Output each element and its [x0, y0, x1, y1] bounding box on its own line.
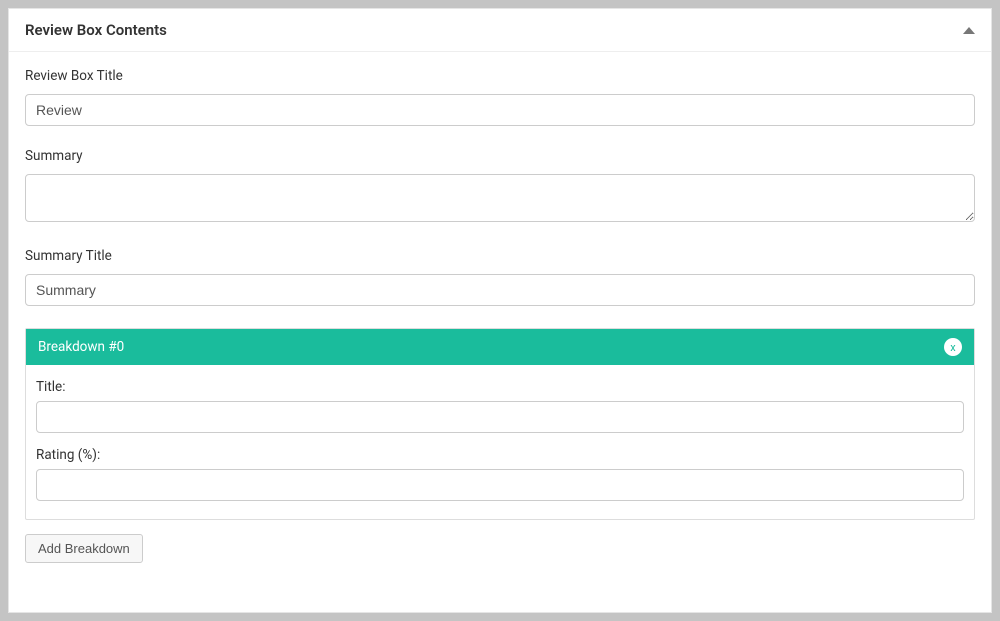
breakdown-panel: Breakdown #0 x Title: Rating (%):: [25, 328, 975, 520]
breakdown-title-group: Title:: [36, 379, 964, 433]
panel-title: Review Box Contents: [25, 21, 167, 39]
panel-body: Review Box Title Summary Summary Title B…: [9, 52, 991, 579]
review-box-title-input[interactable]: [25, 94, 975, 126]
summary-group: Summary: [25, 148, 975, 226]
summary-title-input[interactable]: [25, 274, 975, 306]
summary-title-label: Summary Title: [25, 248, 975, 264]
review-box-panel: Review Box Contents Review Box Title Sum…: [8, 8, 992, 613]
panel-header: Review Box Contents: [9, 9, 991, 52]
summary-label: Summary: [25, 148, 975, 164]
add-breakdown-button[interactable]: Add Breakdown: [25, 534, 143, 563]
review-box-title-group: Review Box Title: [25, 68, 975, 126]
breakdown-body: Title: Rating (%):: [26, 365, 974, 519]
breakdown-header: Breakdown #0 x: [26, 329, 974, 365]
breakdown-title-label: Title:: [36, 379, 964, 395]
breakdown-title: Breakdown #0: [38, 339, 124, 355]
collapse-toggle-icon[interactable]: [963, 27, 975, 34]
breakdown-rating-group: Rating (%):: [36, 447, 964, 501]
close-icon[interactable]: x: [944, 338, 962, 356]
summary-input[interactable]: [25, 174, 975, 222]
breakdown-rating-input[interactable]: [36, 469, 964, 501]
summary-title-group: Summary Title: [25, 248, 975, 306]
review-box-title-label: Review Box Title: [25, 68, 975, 84]
breakdown-rating-label: Rating (%):: [36, 447, 964, 463]
breakdown-title-input[interactable]: [36, 401, 964, 433]
